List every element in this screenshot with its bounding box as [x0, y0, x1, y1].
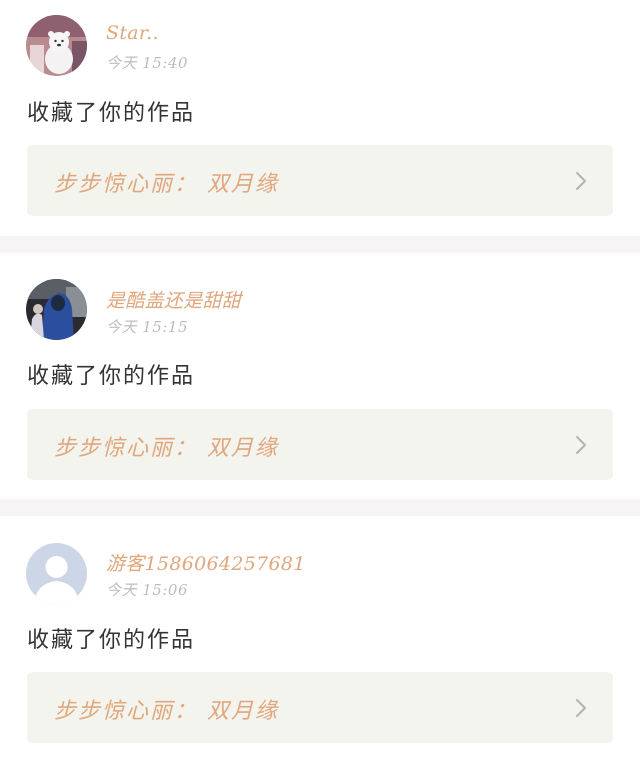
notification-card: Star.. 今天 15:40 收藏了你的作品 步步惊心丽： 双月缘 — [0, 0, 640, 236]
avatar[interactable] — [26, 15, 87, 76]
separator — [0, 499, 640, 516]
chevron-right-icon — [575, 171, 587, 191]
action-text: 收藏了你的作品 — [27, 628, 196, 653]
username[interactable]: 是酷盖还是甜甜 — [106, 286, 241, 313]
work-title: 步步惊心丽： 双月缘 — [54, 172, 279, 197]
work-link[interactable]: 步步惊心丽： 双月缘 — [27, 145, 613, 216]
notification-card: 游客1586064257681 今天 15:06 收藏了你的作品 步步惊心丽： … — [0, 516, 640, 758]
username[interactable]: Star.. — [106, 22, 159, 44]
notification-card: 是酷盖还是甜甜 今天 15:15 收藏了你的作品 步步惊心丽： 双月缘 — [0, 253, 640, 499]
chevron-right-icon — [575, 435, 587, 455]
avatar[interactable] — [26, 543, 87, 604]
separator — [0, 236, 640, 253]
work-title: 步步惊心丽： 双月缘 — [54, 699, 279, 724]
timestamp: 今天 15:06 — [106, 581, 188, 599]
work-link[interactable]: 步步惊心丽： 双月缘 — [27, 672, 613, 743]
timestamp: 今天 15:40 — [106, 54, 188, 72]
timestamp: 今天 15:15 — [106, 318, 188, 336]
default-user-avatar-icon — [26, 543, 87, 604]
username[interactable]: 游客1586064257681 — [106, 549, 306, 576]
polar-bear-avatar-icon — [26, 15, 87, 76]
chevron-right-icon — [575, 698, 587, 718]
notification-feed: Star.. 今天 15:40 收藏了你的作品 步步惊心丽： 双月缘 是酷盖还是… — [0, 0, 640, 758]
action-text: 收藏了你的作品 — [27, 364, 196, 389]
action-text: 收藏了你的作品 — [27, 101, 196, 126]
work-title: 步步惊心丽： 双月缘 — [54, 436, 279, 461]
work-link[interactable]: 步步惊心丽： 双月缘 — [27, 409, 613, 480]
avatar[interactable] — [26, 279, 87, 340]
photo-avatar-icon — [26, 279, 87, 340]
